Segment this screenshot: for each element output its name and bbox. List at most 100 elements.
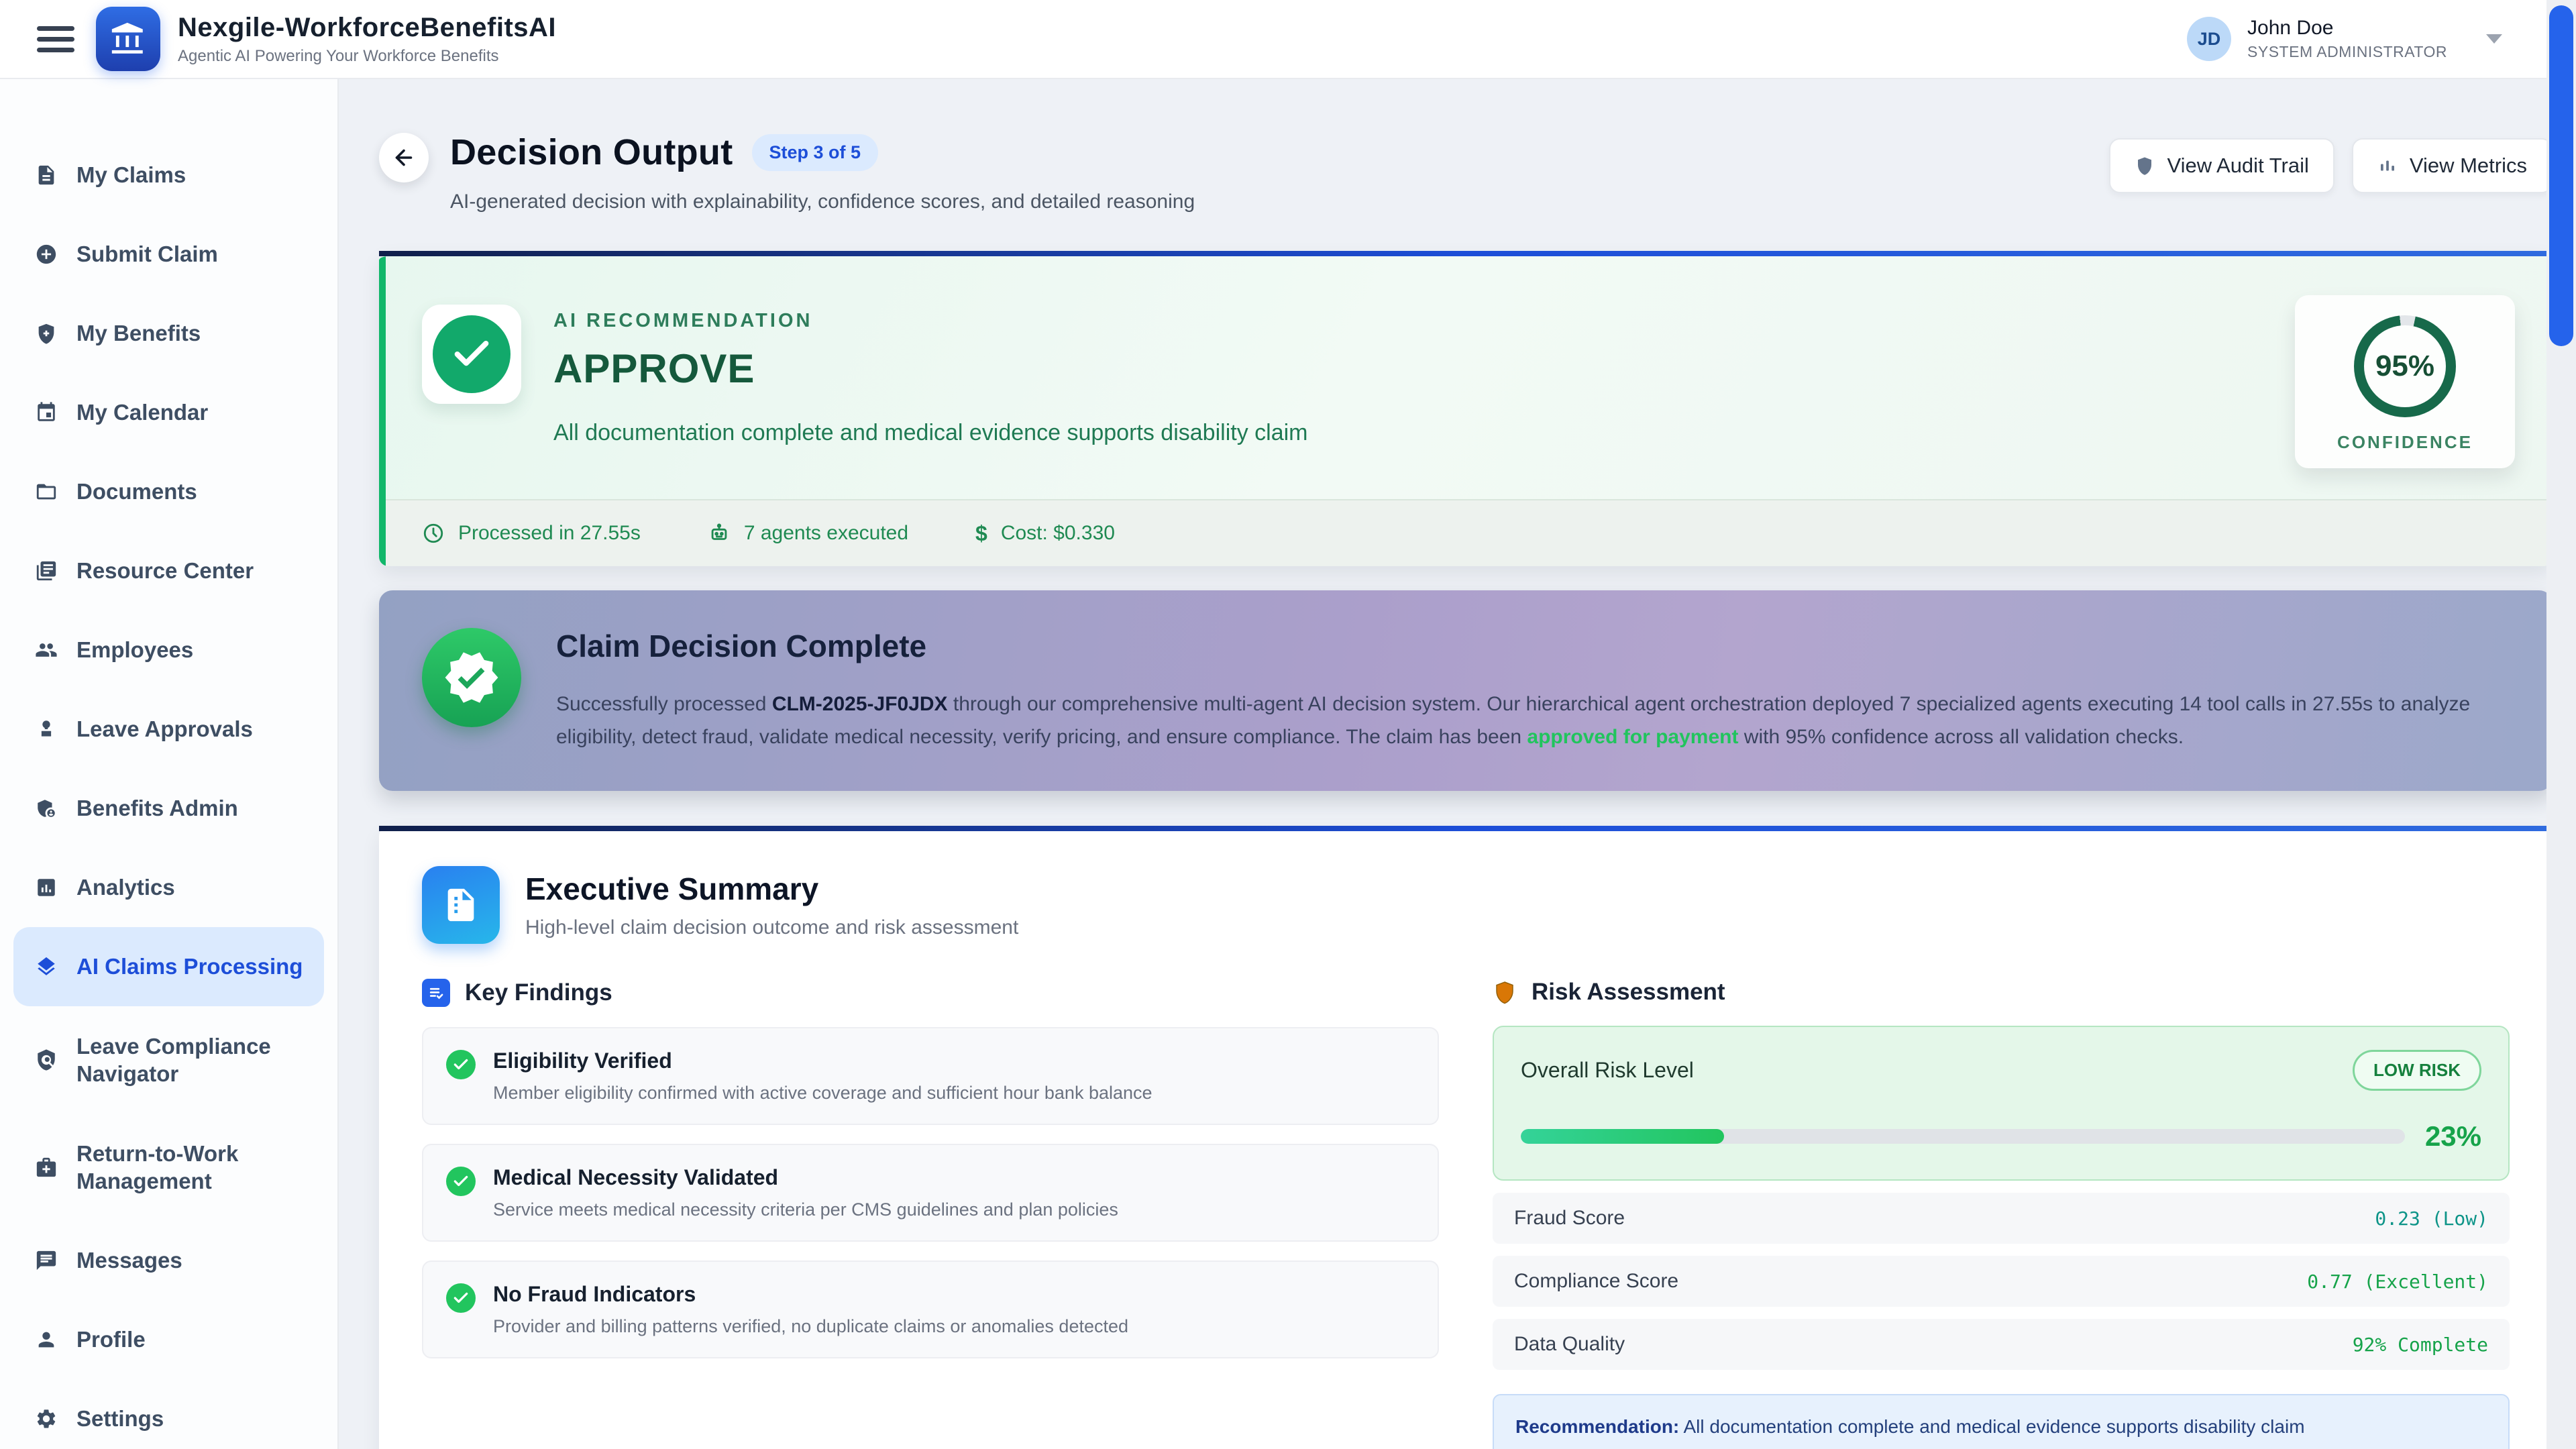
sidebar-item-my-calendar[interactable]: My Calendar <box>0 373 337 452</box>
finding-item: No Fraud Indicators Provider and billing… <box>422 1260 1439 1358</box>
sidebar-item-label: Resource Center <box>76 557 254 584</box>
overall-risk-label: Overall Risk Level <box>1521 1058 1694 1083</box>
stat-processed: Processed in 27.55s <box>422 522 641 545</box>
shield-search-icon <box>35 1049 58 1071</box>
sidebar-item-employees[interactable]: Employees <box>0 610 337 690</box>
user-name: John Doe <box>2247 17 2447 40</box>
sidebar-item-label: Employees <box>76 636 193 663</box>
sidebar-item-leave-compliance-navigator[interactable]: Leave Compliance Navigator <box>0 1006 337 1114</box>
finding-desc: Service meets medical necessity criteria… <box>493 1199 1118 1220</box>
back-button[interactable] <box>379 133 429 182</box>
chat-icon <box>35 1249 58 1272</box>
app-header: Nexgile-WorkforceBenefitsAI Agentic AI P… <box>0 0 2576 79</box>
sidebar-item-label: Submit Claim <box>76 240 218 268</box>
approved-highlight: approved for payment <box>1527 726 1738 748</box>
confidence-label: CONFIDENCE <box>2337 432 2473 453</box>
approve-icon-box <box>422 305 521 404</box>
calendar-icon <box>35 401 58 424</box>
bar-chart-icon <box>35 876 58 899</box>
confidence-value: 95% <box>2375 350 2434 383</box>
finding-title: No Fraud Indicators <box>493 1282 1128 1307</box>
confidence-ring: 95% <box>2354 315 2456 417</box>
step-badge: Step 3 of 5 <box>752 134 879 171</box>
sidebar-item-resource-center[interactable]: Resource Center <box>0 531 337 610</box>
page-title: Decision Output <box>450 131 733 173</box>
arrow-left-icon <box>392 146 416 170</box>
banner-title: Claim Decision Complete <box>556 628 2510 664</box>
sidebar-item-leave-approvals[interactable]: Leave Approvals <box>0 690 337 769</box>
medical-briefcase-icon <box>35 1156 58 1179</box>
finding-title: Eligibility Verified <box>493 1049 1152 1073</box>
risk-progress-fill <box>1521 1129 1724 1144</box>
sidebar-item-label: Leave Approvals <box>76 715 253 743</box>
sidebar-item-messages[interactable]: Messages <box>0 1221 337 1300</box>
view-audit-trail-button[interactable]: View Audit Trail <box>2109 138 2334 193</box>
sidebar-item-my-claims[interactable]: My Claims <box>0 136 337 215</box>
shield-amber-icon <box>1493 980 1517 1004</box>
layers-icon <box>35 955 58 978</box>
sidebar-item-ai-claims-processing[interactable]: AI Claims Processing <box>13 927 324 1006</box>
stat-agents: 7 agents executed <box>708 522 908 545</box>
gear-icon <box>35 1407 58 1430</box>
sidebar-item-profile[interactable]: Profile <box>0 1300 337 1379</box>
sidebar-item-settings[interactable]: Settings <box>0 1379 337 1449</box>
sidebar-item-analytics[interactable]: Analytics <box>0 848 337 927</box>
risk-assessment-heading: Risk Assessment <box>1532 979 1725 1006</box>
score-value: 0.77 (Excellent) <box>2307 1271 2488 1293</box>
confidence-card: 95% CONFIDENCE <box>2295 295 2515 468</box>
sidebar-item-label: My Claims <box>76 161 186 189</box>
shield-plus-icon <box>35 322 58 345</box>
app-title: Nexgile-WorkforceBenefitsAI <box>178 13 556 43</box>
processing-stats-bar: Processed in 27.55s 7 agents executed $ … <box>379 499 2553 566</box>
button-label: View Audit Trail <box>2167 154 2308 178</box>
check-circle-icon <box>446 1050 476 1079</box>
score-value: 0.23 (Low) <box>2375 1208 2488 1230</box>
key-findings-column: Key Findings Eligibility Verified Member… <box>422 979 1439 1449</box>
finding-title: Medical Necessity Validated <box>493 1165 1118 1190</box>
stat-cost: $ Cost: $0.330 <box>975 521 1115 546</box>
sidebar-nav: My Claims Submit Claim My Benefits My Ca… <box>0 79 339 1449</box>
executive-summary-card: Executive Summary High-level claim decis… <box>379 826 2553 1449</box>
sidebar-item-my-benefits[interactable]: My Benefits <box>0 294 337 373</box>
sidebar-item-label: Messages <box>76 1246 182 1274</box>
risk-progress-track <box>1521 1129 2405 1144</box>
hamburger-menu-icon[interactable] <box>37 20 74 58</box>
finding-item: Medical Necessity Validated Service meet… <box>422 1144 1439 1242</box>
view-metrics-button[interactable]: View Metrics <box>2352 138 2553 193</box>
score-row: Fraud Score 0.23 (Low) <box>1493 1193 2510 1244</box>
score-value: 92% Complete <box>2353 1334 2488 1356</box>
chevron-down-icon[interactable] <box>2486 34 2502 44</box>
page-scrollbar[interactable] <box>2546 0 2576 1449</box>
dollar-icon: $ <box>975 521 987 546</box>
finding-desc: Provider and billing patterns verified, … <box>493 1316 1128 1337</box>
sidebar-item-documents[interactable]: Documents <box>0 452 337 531</box>
document-icon <box>35 164 58 186</box>
library-icon <box>35 559 58 582</box>
sidebar-item-label: My Benefits <box>76 319 201 347</box>
executive-summary-subtitle: High-level claim decision outcome and ri… <box>525 916 1018 939</box>
note-label: Recommendation: <box>1515 1416 1679 1437</box>
checklist-icon <box>422 979 450 1007</box>
person-icon <box>35 1328 58 1351</box>
risk-assessment-column: Risk Assessment Overall Risk Level LOW R… <box>1493 979 2510 1449</box>
user-menu[interactable]: JD John Doe SYSTEM ADMINISTRATOR <box>2187 17 2502 61</box>
button-label: View Metrics <box>2410 154 2527 178</box>
approval-stamp-icon <box>35 718 58 741</box>
check-circle-icon <box>446 1283 476 1313</box>
sidebar-item-benefits-admin[interactable]: Benefits Admin <box>0 769 337 848</box>
plus-circle-icon <box>35 243 58 266</box>
executive-summary-icon <box>422 866 500 944</box>
claim-decision-banner: Claim Decision Complete Successfully pro… <box>379 590 2553 791</box>
recommendation-summary: All documentation complete and medical e… <box>553 420 1307 446</box>
sidebar-item-return-to-work[interactable]: Return-to-Work Management <box>0 1114 337 1221</box>
scrollbar-thumb[interactable] <box>2549 5 2573 346</box>
main-content: Decision Output Step 3 of 5 AI-generated… <box>339 79 2576 1449</box>
user-role: SYSTEM ADMINISTRATOR <box>2247 43 2447 61</box>
sidebar-item-label: AI Claims Processing <box>76 953 303 980</box>
finding-item: Eligibility Verified Member eligibility … <box>422 1027 1439 1125</box>
people-icon <box>35 639 58 661</box>
sidebar-item-submit-claim[interactable]: Submit Claim <box>0 215 337 294</box>
score-row: Data Quality 92% Complete <box>1493 1319 2510 1370</box>
key-findings-heading: Key Findings <box>465 979 612 1006</box>
shield-person-icon <box>35 797 58 820</box>
